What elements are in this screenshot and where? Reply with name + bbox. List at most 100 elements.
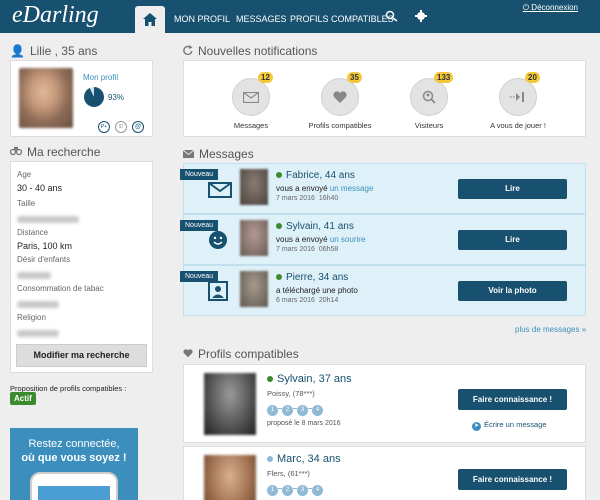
notif-messages[interactable]: 12 Messages: [206, 72, 296, 130]
profile-photo[interactable]: [204, 373, 256, 435]
profile-photo[interactable]: [204, 455, 256, 500]
edarling-logo[interactable]: eDarling: [12, 2, 99, 29]
profile-card[interactable]: Sylvain, 37 ans Poissy, (78***) 1234 pro…: [183, 364, 586, 443]
my-profile-link[interactable]: Mon profil: [83, 73, 118, 82]
notifications-panel: 12 Messages 35 Profils compatibles 133 V…: [183, 60, 586, 137]
criteria-value-blurred: [17, 328, 59, 340]
nav-profils-compatibles[interactable]: PROFILS COMPATIBLES: [290, 14, 394, 24]
get-to-know-button[interactable]: Faire connaissance !: [458, 389, 567, 410]
notifications-heading: Nouvelles notifications: [183, 44, 317, 58]
id-verified-icon[interactable]: ID: [115, 121, 127, 133]
smile-icon: [208, 230, 228, 253]
criteria-religion: Religion: [17, 313, 59, 340]
read-button[interactable]: Lire: [458, 179, 567, 199]
online-status-dot: [267, 376, 273, 382]
email-verified-icon[interactable]: @: [132, 121, 144, 133]
notif-count: 133: [434, 72, 454, 83]
profile-completion-chart: [83, 87, 104, 107]
user-avatar[interactable]: [19, 68, 73, 128]
offline-status-dot: [267, 456, 273, 462]
message-link[interactable]: un message: [330, 184, 374, 193]
more-messages-link[interactable]: plus de messages »: [515, 325, 586, 334]
premium-p-icon[interactable]: P+: [98, 121, 110, 133]
sender-name[interactable]: Sylvain, 41 ans: [286, 221, 354, 232]
message-link[interactable]: un sourire: [330, 235, 366, 244]
search-title: Ma recherche: [27, 145, 101, 159]
criteria-label: Age: [17, 170, 32, 179]
heart-icon: [321, 78, 359, 116]
mobile-app-promo[interactable]: Restez connectée, où que vous soyez !: [10, 428, 138, 500]
read-button[interactable]: Lire: [458, 230, 567, 250]
criteria-value: Paris, 100 km: [17, 241, 73, 251]
sender-photo[interactable]: [240, 220, 268, 256]
criteria-height: Taille: [17, 199, 79, 226]
message-time: 06h58: [318, 246, 339, 253]
home-icon: [143, 13, 157, 26]
envelope-icon: [182, 147, 195, 161]
promo-line-2: où que vous soyez !: [21, 452, 127, 464]
heart-icon: [183, 347, 193, 361]
view-photo-button[interactable]: Voir la photo: [458, 281, 567, 301]
sender-name[interactable]: Pierre, 34 ans: [286, 272, 348, 283]
step-4: 4: [312, 485, 323, 496]
message-row[interactable]: Nouveau Fabrice, 44 ans vous a envoyé un…: [180, 163, 586, 214]
edit-search-button[interactable]: Modifier ma recherche: [16, 344, 147, 367]
online-status-dot: [276, 223, 282, 229]
online-status-dot: [276, 274, 282, 280]
notif-count: 20: [525, 72, 540, 83]
write-message-link[interactable]: ➤ Écrire un message: [472, 420, 547, 431]
profile-name[interactable]: Sylvain, 37 ans: [277, 373, 352, 385]
criteria-label: Désir d'enfants: [17, 255, 71, 264]
top-navbar: eDarling MON PROFIL MESSAGES PROFILS COM…: [0, 0, 600, 33]
notif-visitors[interactable]: 133 Visiteurs: [384, 72, 474, 130]
progress-steps: 1234: [267, 402, 352, 416]
criteria-value-blurred: [17, 214, 79, 226]
message-date: 7 mars 2016: [276, 246, 315, 253]
notif-compatible-profiles[interactable]: 35 Profils compatibles: [295, 72, 385, 130]
criteria-children: Désir d'enfants: [17, 255, 70, 282]
nav-mon-profil[interactable]: MON PROFIL: [174, 14, 230, 24]
message-row[interactable]: Nouveau Sylvain, 41 ans vous a envoyé un…: [180, 214, 586, 265]
criteria-label: Religion: [17, 313, 46, 322]
message-date: 6 mars 2016: [276, 297, 315, 304]
notif-your-turn[interactable]: 20 A vous de jouer !: [473, 72, 563, 130]
visitors-nav-icon[interactable]: [385, 10, 399, 25]
profile-card[interactable]: Marc, 34 ans Flers, (61***) 1234 Faire c…: [183, 446, 586, 500]
profile-info: Marc, 34 ans Flers, (61***) 1234: [267, 453, 341, 496]
refresh-icon: [183, 44, 193, 58]
profile-percent: 93%: [108, 93, 125, 102]
home-tab[interactable]: [135, 6, 165, 33]
progress-steps: 1234: [267, 482, 341, 496]
step-1: 1: [267, 405, 278, 416]
message-row[interactable]: Nouveau Pierre, 34 ans a téléchargé une …: [180, 265, 586, 316]
online-status-dot: [276, 172, 282, 178]
message-time: 20h14: [318, 297, 339, 304]
sender-photo[interactable]: [240, 271, 268, 307]
profile-location: Poissy, (78***): [267, 389, 315, 398]
profile-location: Flers, (61***): [267, 469, 310, 478]
message-content: Fabrice, 44 ans vous a envoyé un message…: [276, 170, 373, 202]
logout-link[interactable]: ⏻ Déconnexion: [523, 3, 578, 13]
notif-label: Profils compatibles: [308, 121, 372, 130]
profile-name[interactable]: Marc, 34 ans: [277, 453, 341, 465]
phone-screen: [38, 486, 110, 500]
message-content: Pierre, 34 ans a téléchargé une photo 6 …: [276, 272, 358, 304]
criteria-value-blurred: [17, 270, 70, 282]
sender-name[interactable]: Fabrice, 44 ans: [286, 170, 355, 181]
nav-messages[interactable]: MESSAGES: [236, 14, 287, 24]
get-to-know-button[interactable]: Faire connaissance !: [458, 469, 567, 490]
notif-label: A vous de jouer !: [490, 121, 546, 130]
profiles-heading: Profils compatibles: [183, 347, 299, 361]
search-heading: Ma recherche: [9, 145, 101, 159]
step-2: 2: [282, 405, 293, 416]
notif-count: 12: [258, 72, 273, 83]
notif-count: 35: [347, 72, 362, 83]
sender-photo[interactable]: [240, 169, 268, 205]
logout-label: Déconnexion: [531, 3, 578, 12]
phone-image: [30, 472, 118, 500]
messages-title: Messages: [199, 147, 254, 161]
settings-gear-icon[interactable]: [415, 10, 427, 25]
user-name-age: Lilie , 35 ans: [29, 44, 98, 58]
photo-icon: [208, 281, 228, 304]
proposition-status-toggle[interactable]: Actif: [10, 392, 36, 405]
